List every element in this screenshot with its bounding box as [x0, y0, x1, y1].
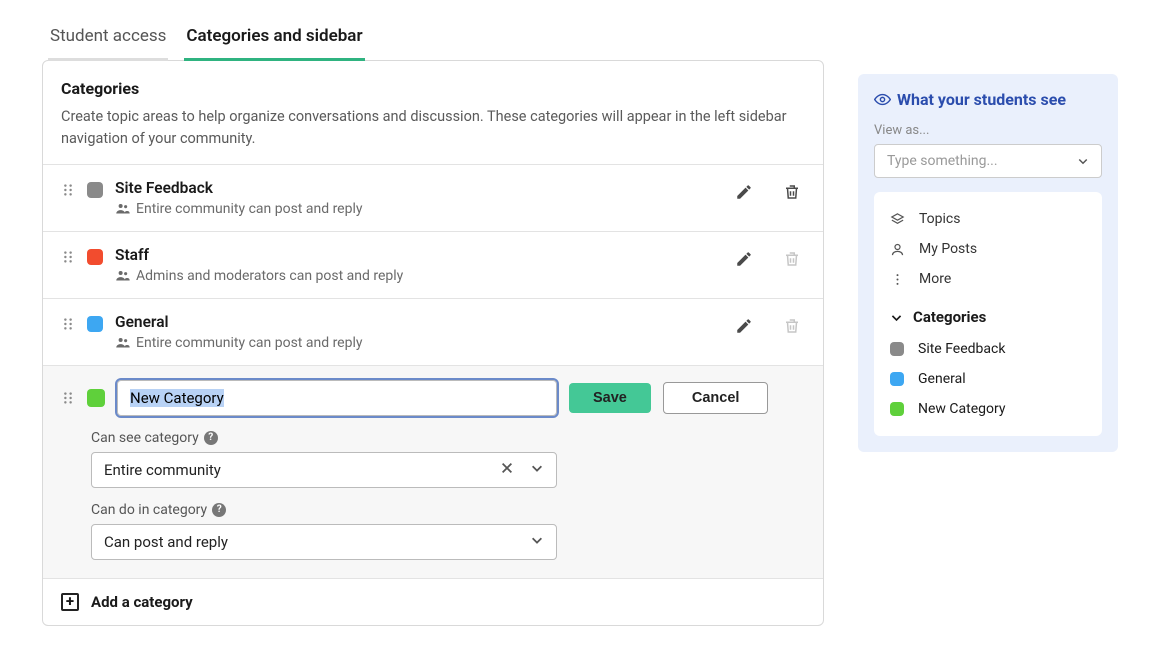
view-as-select[interactable]: Type something...	[874, 144, 1102, 178]
color-swatch	[890, 342, 904, 356]
add-category-button[interactable]: + Add a category	[43, 578, 823, 625]
group-icon	[115, 201, 130, 216]
can-see-select[interactable]: Entire community	[91, 452, 557, 488]
can-do-label: Can do in category ?	[91, 502, 805, 518]
view-as-label: View as...	[874, 123, 1102, 138]
user-icon	[890, 242, 905, 257]
delete-button	[779, 246, 805, 275]
pencil-icon	[735, 250, 753, 268]
trash-icon	[783, 250, 801, 268]
preview-category-name: Site Feedback	[918, 341, 1005, 357]
card-title: Categories	[61, 79, 805, 98]
preview-title: What your students see	[874, 90, 1102, 109]
category-permission: Entire community can post and reply	[115, 201, 719, 217]
color-swatch[interactable]	[87, 389, 105, 407]
chevron-down-icon	[530, 461, 544, 479]
edit-button[interactable]	[731, 313, 757, 342]
layers-icon	[890, 212, 905, 227]
preview-nav-topics[interactable]: Topics	[888, 204, 1088, 234]
delete-button[interactable]	[779, 179, 805, 208]
preview-category-name: General	[918, 371, 966, 387]
color-swatch	[87, 316, 103, 332]
category-permission: Admins and moderators can post and reply	[115, 268, 719, 284]
plus-icon: +	[61, 593, 79, 611]
category-permission: Entire community can post and reply	[115, 335, 719, 351]
edit-button[interactable]	[731, 246, 757, 275]
group-icon	[115, 335, 130, 350]
preview-nav-more[interactable]: More	[888, 264, 1088, 294]
drag-handle-icon[interactable]	[61, 391, 75, 409]
preview-category-item[interactable]: Site Feedback	[888, 334, 1088, 364]
drag-handle-icon[interactable]	[61, 250, 75, 268]
trash-icon	[783, 317, 801, 335]
can-see-label: Can see category ?	[91, 430, 805, 446]
card-desc: Create topic areas to help organize conv…	[61, 106, 805, 150]
drag-handle-icon[interactable]	[61, 183, 75, 201]
category-row: General Entire community can post and re…	[43, 298, 823, 365]
categories-card: Categories Create topic areas to help or…	[42, 60, 824, 626]
color-swatch	[890, 402, 904, 416]
chevron-down-icon	[1077, 155, 1089, 167]
cancel-button[interactable]: Cancel	[663, 382, 769, 414]
chevron-down-icon	[530, 533, 544, 551]
trash-icon	[783, 183, 801, 201]
preview-category-item[interactable]: General	[888, 364, 1088, 394]
delete-button	[779, 313, 805, 342]
category-name-input[interactable]	[117, 380, 557, 416]
color-swatch	[87, 182, 103, 198]
more-icon	[890, 272, 905, 287]
pencil-icon	[735, 183, 753, 201]
color-swatch	[87, 249, 103, 265]
edit-button[interactable]	[731, 179, 757, 208]
add-category-label: Add a category	[91, 593, 193, 611]
category-row-editing: Save Cancel Can see category ? Entire co…	[43, 365, 823, 578]
tab-student-access[interactable]: Student access	[48, 18, 168, 61]
help-icon[interactable]: ?	[212, 503, 226, 517]
tabs: Student access Categories and sidebar	[42, 18, 824, 61]
category-row: Site Feedback Entire community can post …	[43, 164, 823, 231]
chevron-down-icon	[890, 311, 903, 324]
category-name: Staff	[115, 246, 719, 264]
help-icon[interactable]: ?	[204, 431, 218, 445]
pencil-icon	[735, 317, 753, 335]
group-icon	[115, 268, 130, 283]
save-button[interactable]: Save	[569, 383, 651, 413]
category-name: General	[115, 313, 719, 331]
color-swatch	[890, 372, 904, 386]
student-preview-panel: What your students see View as... Type s…	[858, 74, 1118, 452]
preview-category-item[interactable]: New Category	[888, 394, 1088, 424]
category-row: Staff Admins and moderators can post and…	[43, 231, 823, 298]
can-do-select[interactable]: Can post and reply	[91, 524, 557, 560]
eye-icon	[874, 91, 891, 108]
preview-categories-header[interactable]: Categories	[888, 298, 1088, 334]
preview-nav-my-posts[interactable]: My Posts	[888, 234, 1088, 264]
category-name: Site Feedback	[115, 179, 719, 197]
tab-categories-sidebar[interactable]: Categories and sidebar	[184, 18, 364, 61]
preview-category-name: New Category	[918, 401, 1005, 417]
drag-handle-icon[interactable]	[61, 317, 75, 335]
preview-sidebar: Topics My Posts More Categories Site Fee…	[874, 192, 1102, 436]
clear-icon[interactable]	[500, 461, 514, 479]
